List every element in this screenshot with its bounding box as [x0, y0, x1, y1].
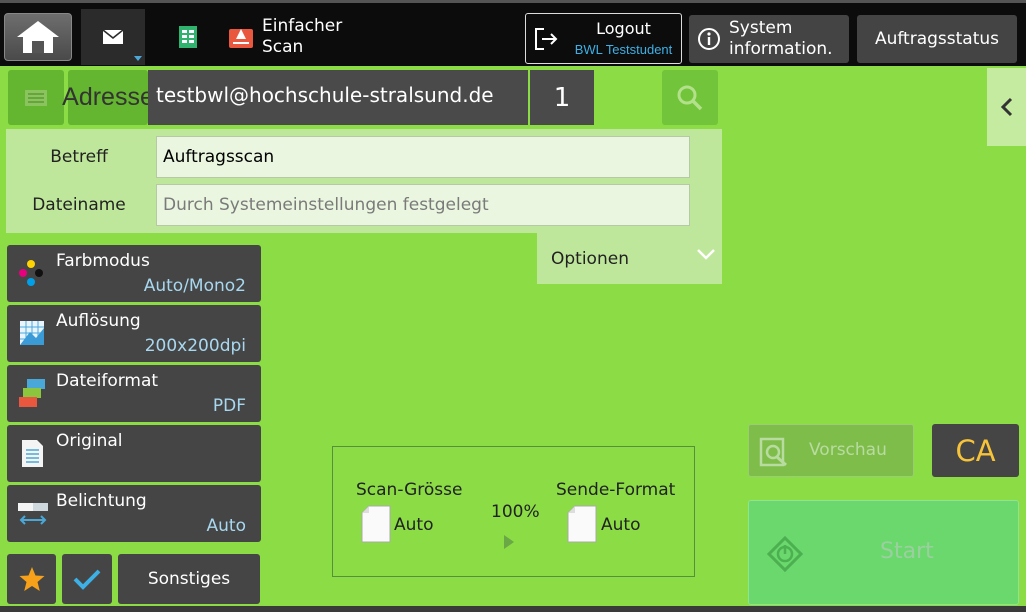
file-format-value: PDF — [212, 396, 246, 416]
page-icon — [567, 505, 597, 543]
tab-simple-scan[interactable]: Einfacher Scan — [228, 9, 378, 65]
start-button[interactable]: Start — [748, 500, 1019, 605]
search-button[interactable] — [662, 70, 718, 125]
logged-in-user: BWL Teststudent — [574, 42, 673, 57]
filename-label: Dateiname — [32, 195, 126, 215]
resolution-title: Auflösung — [56, 311, 141, 331]
send-format-label: Sende-Format — [556, 480, 676, 500]
exposure-button[interactable]: Belichtung Auto — [7, 485, 261, 542]
exposure-title: Belichtung — [56, 491, 147, 511]
home-icon — [17, 21, 59, 53]
address-book-button[interactable] — [8, 70, 64, 125]
color-mode-icon — [19, 260, 43, 286]
start-label: Start — [880, 539, 934, 564]
exposure-icon — [18, 503, 48, 525]
mail-icon — [102, 29, 124, 44]
filename-field[interactable]: Durch Systemeinstellungen festgelegt — [156, 184, 690, 226]
arrow-right-icon — [504, 535, 514, 549]
send-format-value: Auto — [601, 515, 641, 535]
scan-info-panel: Scan-Grösse Auto 100% Sende-Format Auto — [332, 446, 695, 577]
start-icon — [767, 536, 803, 572]
info-icon — [698, 28, 720, 50]
clear-all-button[interactable]: CA — [932, 424, 1019, 477]
tab-email-scan[interactable] — [81, 9, 145, 65]
check-button[interactable] — [62, 554, 112, 604]
color-mode-title: Farbmodus — [56, 251, 150, 271]
logout-label: Logout — [596, 19, 651, 38]
original-icon — [22, 440, 43, 467]
sysinfo-label-line1: System — [729, 18, 793, 38]
favorite-button[interactable] — [7, 554, 56, 604]
logout-icon — [535, 28, 558, 50]
preview-label: Vorschau — [809, 440, 887, 460]
logout-button[interactable]: Logout BWL Teststudent — [525, 13, 682, 64]
system-information-button[interactable]: System information. — [689, 15, 849, 63]
address-label[interactable]: Adresse — [62, 70, 154, 125]
options-toggle[interactable]: Optionen — [537, 233, 722, 284]
scan-size-label: Scan-Grösse — [356, 480, 463, 500]
subject-filename-panel: Betreff Auftragsscan Dateiname Durch Sys… — [6, 129, 722, 233]
simple-scan-icon — [229, 29, 253, 48]
star-icon — [19, 567, 44, 591]
top-bar: Einfacher Scan Logout BWL Teststudent Sy… — [0, 0, 1026, 66]
color-mode-button[interactable]: Farbmodus Auto/Mono2 — [7, 245, 261, 302]
others-button[interactable]: Sonstiges — [118, 554, 260, 604]
collapse-panel-button[interactable] — [987, 68, 1026, 146]
file-format-icon — [19, 379, 45, 407]
scale-ratio: 100% — [491, 502, 540, 522]
chevron-down-icon — [697, 249, 715, 260]
color-mode-value: Auto/Mono2 — [143, 276, 246, 296]
chevron-down-icon — [134, 56, 142, 61]
job-status-button[interactable]: Auftragsstatus — [857, 15, 1017, 63]
exposure-value: Auto — [206, 516, 246, 536]
file-format-title: Dateiformat — [56, 371, 159, 391]
original-button[interactable]: Original — [7, 425, 261, 482]
resolution-button[interactable]: Auflösung 200x200dpi — [7, 305, 261, 362]
scan-size-value: Auto — [394, 515, 434, 535]
simple-scan-label-line2: Scan — [262, 37, 304, 57]
options-label: Optionen — [551, 249, 629, 269]
resolution-value: 200x200dpi — [144, 336, 246, 356]
preview-icon — [759, 437, 787, 467]
search-icon — [677, 85, 703, 110]
preview-button[interactable]: Vorschau — [748, 424, 914, 477]
subject-label: Betreff — [50, 147, 108, 167]
original-title: Original — [56, 431, 123, 451]
document-icon — [179, 26, 197, 48]
address-field[interactable]: testbwl@hochschule-stralsund.de — [148, 70, 528, 125]
main-area: Adresse testbwl@hochschule-stralsund.de … — [0, 66, 1026, 612]
home-button[interactable] — [4, 13, 72, 61]
simple-scan-label-line1: Einfacher — [262, 16, 343, 36]
subject-field[interactable]: Auftragsscan — [156, 136, 690, 178]
simple-scan-label: Einfacher Scan — [262, 16, 342, 58]
sysinfo-label-line2: information. — [729, 39, 833, 59]
system-information-label: System information. — [729, 18, 833, 60]
address-count[interactable]: 1 — [530, 70, 594, 125]
address-book-icon — [25, 89, 47, 106]
resolution-icon — [20, 321, 44, 345]
page-icon — [361, 505, 391, 543]
check-icon — [73, 569, 101, 590]
file-format-button[interactable]: Dateiformat PDF — [7, 365, 261, 422]
tab-document-filing[interactable] — [160, 9, 216, 65]
bottom-strip — [0, 606, 1026, 612]
chevron-left-icon — [1000, 97, 1012, 117]
